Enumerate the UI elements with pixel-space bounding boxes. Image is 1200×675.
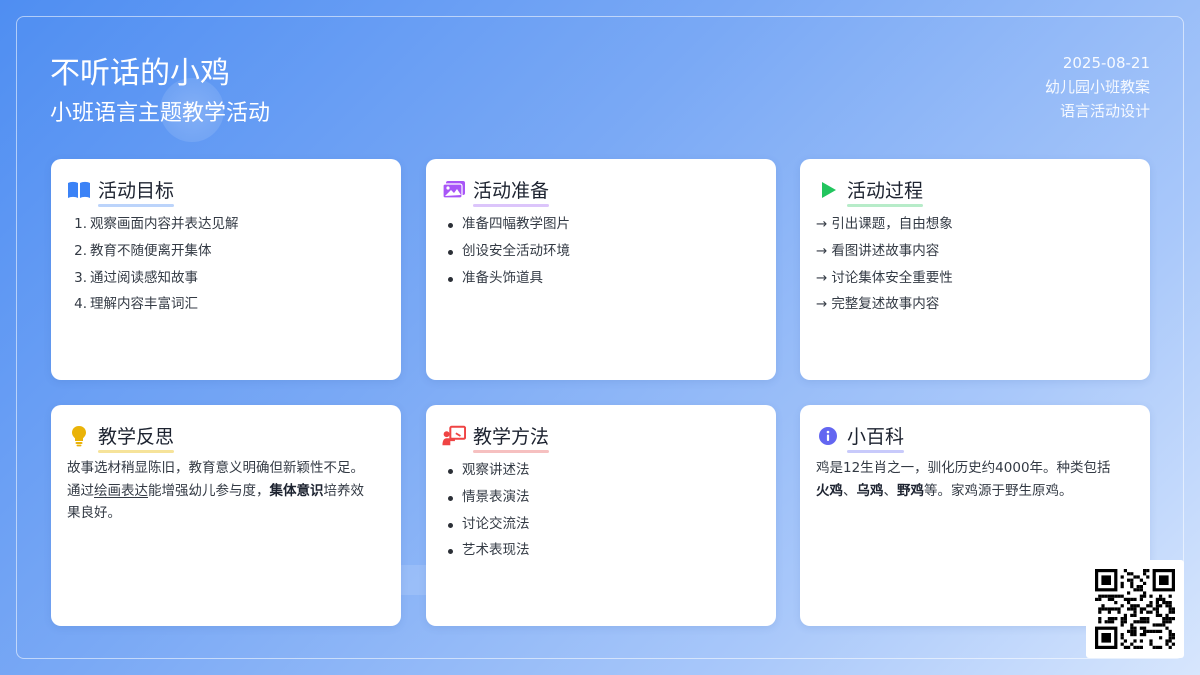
list-item: 1. 观察画面内容并表达见解 bbox=[74, 216, 239, 232]
list-item: → 引出课题，自由想象 bbox=[816, 216, 953, 232]
page-subtitle: 小班语言主题教学活动 bbox=[50, 101, 271, 126]
list-item: → 完整复述故事内容 bbox=[816, 296, 940, 313]
card-header: 教学反思 bbox=[67, 422, 385, 453]
card-title: 活动目标 bbox=[98, 176, 175, 207]
card-header: 活动目标 bbox=[67, 176, 385, 207]
page-title: 不听话的小鸡 bbox=[50, 56, 230, 91]
card-activity-prep: 活动准备 准备四幅教学图片 创设安全活动环境 准备头饰道具 bbox=[426, 159, 776, 380]
card-title: 活动过程 bbox=[847, 176, 924, 207]
encyclopedia-text: 鸡是12生肖之一，驯化历史约4000年。种类包括 火鸡、乌鸡、野鸡等。家鸡源于野… bbox=[816, 460, 1111, 499]
list-item: → 看图讲述故事内容 bbox=[816, 242, 940, 259]
list-item: 3. 通过阅读感知故事 bbox=[74, 269, 198, 286]
header-meta: 2025-08-21 幼儿园小班教案 语言活动设计 bbox=[1045, 51, 1150, 123]
card-teaching-reflection: 教学反思 故事选材稍显陈旧，教育意义明确但新颖性不足。 通过绘画表达能增强幼儿参… bbox=[51, 405, 401, 626]
list-item: → 讨论集体安全重要性 bbox=[816, 269, 953, 286]
list-item: 4. 理解内容丰富词汇 bbox=[74, 296, 198, 313]
card-activity-goals: 活动目标 1. 观察画面内容并表达见解 2. 教育不随便离开集体 3. 通过阅读感知故… bbox=[51, 159, 401, 380]
card-title: 教学方法 bbox=[473, 422, 550, 453]
card-activity-process: 活动过程 → 引出课题，自由想象 → 看图讲述故事内容 → 讨论集体安全重要性 → 完整… bbox=[800, 159, 1150, 380]
qr-code bbox=[1086, 560, 1184, 658]
list-item: 讨论交流法 bbox=[442, 511, 760, 538]
card-title: 教学反思 bbox=[98, 422, 175, 453]
card-title: 小百科 bbox=[847, 422, 905, 453]
list-item: 2. 教育不随便离开集体 bbox=[74, 242, 212, 259]
teacher-board-icon bbox=[442, 425, 466, 447]
card-title: 活动准备 bbox=[473, 176, 550, 207]
list-item: 观察讲述法 bbox=[442, 457, 760, 484]
reflection-text: 故事选材稍显陈旧，教育意义明确但新颖性不足。 通过绘画表达能增强幼儿参与度，集体… bbox=[67, 460, 364, 521]
arrow-right-icon: → bbox=[816, 296, 828, 313]
info-icon bbox=[816, 425, 840, 447]
list-item: 创设安全活动环境 bbox=[442, 238, 760, 265]
meta-line-1: 幼儿园小班教案 bbox=[1044, 78, 1150, 96]
book-icon bbox=[67, 179, 91, 201]
list-item: 准备头饰道具 bbox=[442, 265, 760, 292]
lightbulb-icon bbox=[67, 425, 91, 447]
card-header: 活动准备 bbox=[442, 176, 760, 207]
images-icon bbox=[442, 179, 466, 201]
list-item: 情景表演法 bbox=[442, 484, 760, 511]
arrow-right-icon: → bbox=[816, 242, 828, 259]
card-header: 小百科 bbox=[816, 422, 1134, 453]
date-text: 2025-08-21 bbox=[1062, 54, 1150, 72]
list-item: 准备四幅教学图片 bbox=[442, 211, 760, 238]
arrow-right-icon: → bbox=[816, 216, 828, 232]
card-header: 活动过程 bbox=[816, 176, 1134, 207]
card-teaching-methods: 教学方法 观察讲述法 情景表演法 讨论交流法 艺术表现法 bbox=[426, 405, 776, 626]
arrow-right-icon: → bbox=[816, 269, 828, 286]
qr-code-icon bbox=[1095, 569, 1175, 649]
meta-line-2: 语言活动设计 bbox=[1059, 102, 1150, 120]
play-icon bbox=[816, 179, 840, 201]
card-header: 教学方法 bbox=[442, 422, 760, 453]
list-item: 艺术表现法 bbox=[442, 537, 760, 564]
